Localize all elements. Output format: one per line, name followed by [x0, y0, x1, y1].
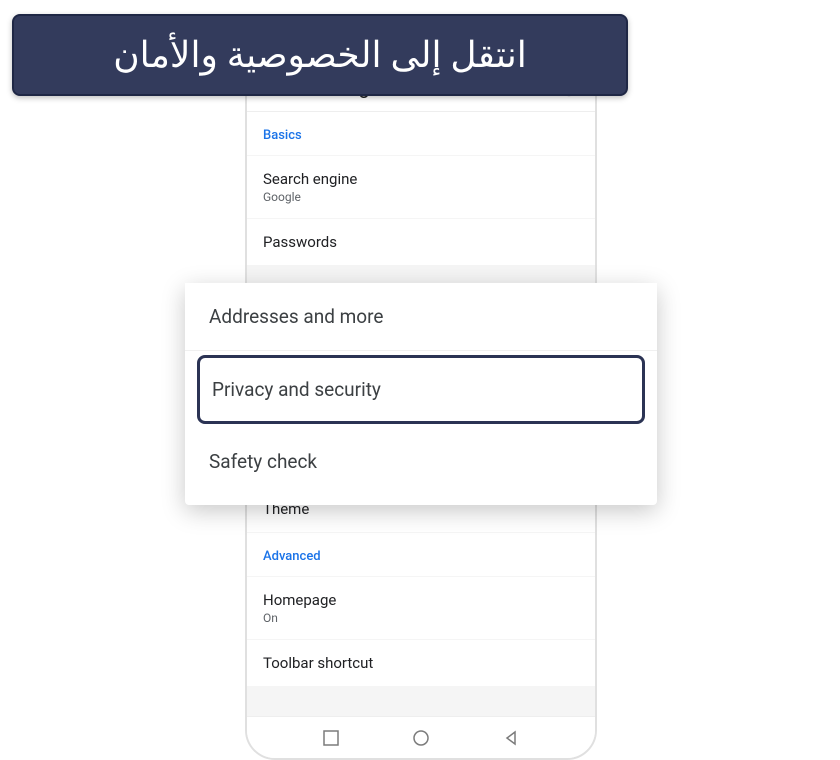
item-title: Homepage [263, 591, 579, 609]
home-icon[interactable] [412, 729, 430, 747]
item-addresses[interactable]: Addresses and more [185, 283, 657, 351]
recent-apps-icon[interactable] [323, 730, 339, 746]
item-subtitle: On [263, 611, 579, 625]
item-title: Passwords [263, 233, 579, 251]
item-title: Toolbar shortcut [263, 654, 579, 672]
instruction-banner: انتقل إلى الخصوصية والأمان [12, 14, 628, 96]
section-advanced: Advanced [247, 533, 595, 576]
item-passwords[interactable]: Passwords [247, 219, 595, 265]
item-title: Search engine [263, 170, 579, 188]
item-homepage[interactable]: Homepage On [247, 577, 595, 639]
item-toolbar-shortcut[interactable]: Toolbar shortcut [247, 640, 595, 686]
item-search-engine[interactable]: Search engine Google [247, 156, 595, 218]
item-subtitle: Google [263, 190, 579, 204]
instruction-text: انتقل إلى الخصوصية والأمان [113, 34, 527, 76]
item-safety-check[interactable]: Safety check [185, 428, 657, 495]
section-basics: Basics [247, 112, 595, 155]
android-navbar [247, 716, 595, 758]
item-privacy-security[interactable]: Privacy and security [197, 355, 645, 424]
back-icon[interactable] [503, 730, 519, 746]
zoom-callout: Addresses and more Privacy and security … [185, 283, 657, 505]
